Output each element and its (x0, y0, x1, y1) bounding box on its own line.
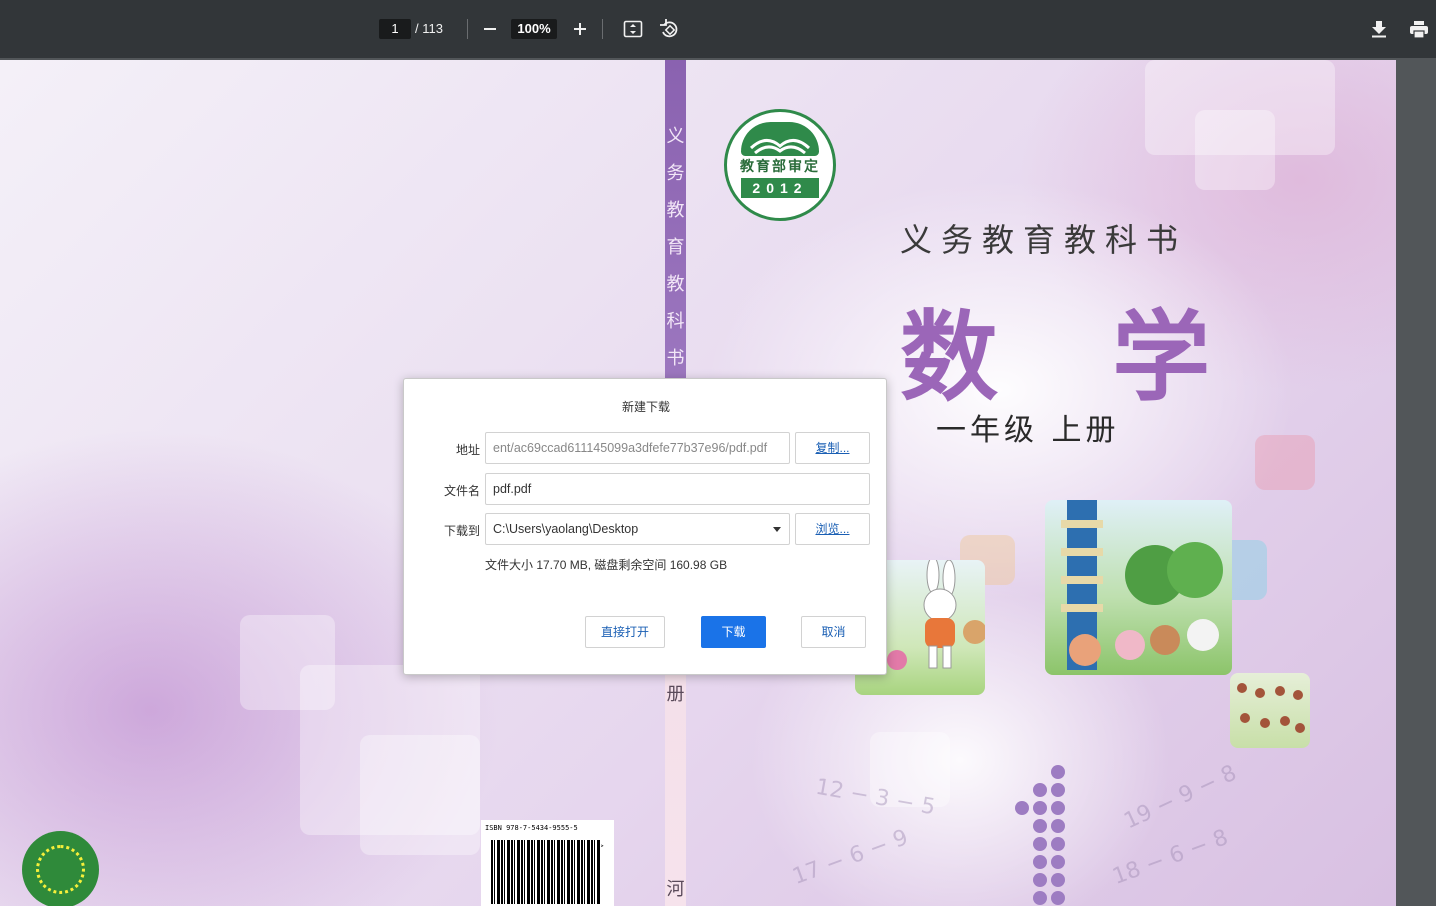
saveto-value: C:\Users\yaolang\Desktop (493, 522, 639, 536)
book-series-title: 义务教育教科书 (900, 221, 1188, 259)
spine-char: 河 (666, 879, 685, 900)
cancel-button[interactable]: 取消 (801, 616, 866, 648)
spine-char: 书 (666, 348, 685, 369)
page-number-input[interactable]: 1 (379, 19, 411, 39)
toolbar-divider (467, 19, 468, 39)
isbn-barcode: ISBN 978-7-5434-9555-5 01> (481, 820, 614, 906)
pdf-toolbar: 1 / 113 100% (0, 0, 1436, 58)
book-grade: 一年级 上册 (936, 413, 1120, 448)
book-emblem (741, 122, 819, 156)
rotate-icon (660, 19, 678, 38)
decor-number: 19 − 9 − 8 (1120, 760, 1241, 835)
spine-char: 教 (666, 200, 685, 221)
download-button[interactable] (1364, 14, 1394, 44)
spine-char: 科 (666, 311, 685, 332)
page-total: / 113 (415, 21, 443, 36)
decor-square (1195, 110, 1275, 190)
print-icon (1410, 20, 1428, 38)
saveto-label: 下载到 (443, 524, 480, 538)
eco-ring-icon (36, 845, 85, 894)
saveto-select[interactable]: C:\Users\yaolang\Desktop (485, 513, 790, 545)
fit-page-button[interactable] (618, 14, 648, 44)
copy-button[interactable]: 复制... (795, 432, 870, 464)
open-book-icon (749, 139, 811, 155)
spine-char: 育 (666, 237, 685, 258)
dialog-title: 新建下载 (621, 400, 670, 414)
decor-square (360, 735, 480, 855)
plus-icon (574, 23, 586, 35)
approval-badge: 教育部审定 2012 (724, 109, 836, 221)
open-directly-button[interactable]: 直接打开 (585, 616, 665, 648)
zoom-input[interactable]: 100% (511, 19, 557, 39)
download-icon (1372, 21, 1386, 38)
zoom-out-button[interactable] (475, 14, 505, 44)
spine-char: 册 (666, 684, 685, 705)
zoom-in-button[interactable] (565, 14, 595, 44)
address-label: 地址 (455, 443, 480, 457)
minus-icon (484, 28, 496, 30)
rotate-button[interactable] (654, 14, 684, 44)
isbn-text: ISBN 978-7-5434-9555-5 (485, 824, 578, 832)
ants-illustration (1237, 683, 1305, 733)
illustration-ants (1230, 673, 1310, 748)
spine-char: 教 (666, 274, 685, 295)
book-title: 数 学 (900, 300, 1251, 415)
spine-char: 务 (666, 163, 685, 184)
decor-number: 17 − 6 − 9 (789, 825, 912, 890)
toolbar-divider (602, 19, 603, 39)
fit-page-icon (623, 20, 643, 38)
badge-text: 教育部审定 (740, 158, 820, 174)
chevron-down-icon[interactable] (773, 527, 781, 532)
address-field[interactable]: ent/ac69ccad611145099a3dfefe77b37e96/pdf… (485, 432, 790, 464)
new-download-dialog: 新建下载 地址 ent/ac69ccad611145099a3dfefe77b3… (403, 378, 887, 675)
spine-char: 义 (666, 126, 685, 147)
browse-button[interactable]: 浏览... (795, 513, 870, 545)
download-confirm-button[interactable]: 下载 (701, 616, 766, 648)
badge-year: 2012 (741, 178, 819, 198)
decor-number: 18 − 6 − 8 (1109, 825, 1232, 890)
tower-illustration (1061, 500, 1223, 670)
print-button[interactable] (1404, 14, 1434, 44)
environmental-label-logo (22, 831, 99, 906)
filename-field[interactable]: pdf.pdf (485, 473, 870, 505)
barcode-bars (491, 840, 601, 904)
viewer-scroll-gutter[interactable] (1396, 58, 1436, 906)
decor-square (1255, 435, 1315, 490)
illustration-tower-scene (1045, 500, 1232, 675)
file-size-info: 文件大小 17.70 MB, 磁盘剩余空间 160.98 GB (485, 558, 728, 572)
filename-label: 文件名 (443, 484, 480, 498)
